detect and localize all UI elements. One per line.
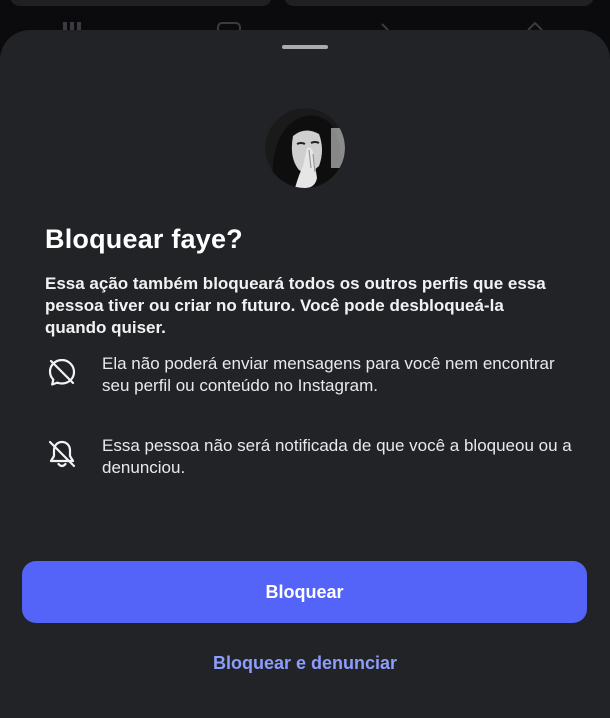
block-and-report-link[interactable]: Bloquear e denunciar: [0, 653, 610, 674]
message-blocked-icon: [48, 358, 76, 386]
info-item-messages: Ela não poderá enviar mensagens para voc…: [45, 353, 575, 403]
info-item-notification: Essa pessoa não será notificada de que v…: [45, 435, 575, 485]
info-item-text: Essa pessoa não será notificada de que v…: [102, 436, 572, 477]
dialog-description: Essa ação também bloqueará todos os outr…: [45, 274, 546, 337]
profile-photo: [265, 108, 345, 188]
info-item-text: Ela não poderá enviar mensagens para voc…: [102, 354, 555, 395]
drag-handle[interactable]: [282, 45, 328, 49]
notification-off-icon: [48, 440, 76, 468]
block-user-screen: Bloquear faye? Essa ação também bloquear…: [0, 0, 610, 718]
dialog-title: Bloquear faye?: [45, 224, 243, 254]
background-pill: [10, 0, 272, 6]
block-button[interactable]: Bloquear: [22, 561, 587, 623]
avatar: [265, 108, 345, 188]
background-pill: [284, 0, 594, 6]
bottom-sheet: Bloquear faye? Essa ação também bloquear…: [0, 30, 610, 718]
